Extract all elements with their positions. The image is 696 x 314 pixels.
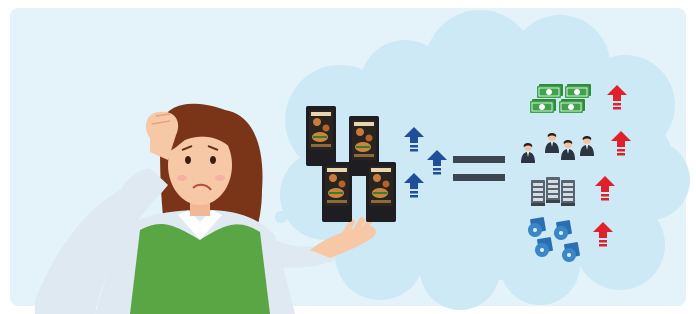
signage-display — [322, 162, 352, 222]
signage-display — [366, 162, 396, 222]
banknote-stack-icon — [559, 99, 585, 113]
server-rack-icon — [531, 180, 545, 206]
banknote-stack-icon — [537, 84, 563, 98]
server-rack-icon — [546, 177, 560, 203]
banknote-stack-icon — [565, 84, 591, 98]
server-icons — [531, 177, 575, 206]
signage-display — [306, 106, 336, 166]
illustration-canvas — [10, 8, 690, 314]
server-rack-icon — [561, 180, 575, 206]
banknote-stack-icon — [530, 99, 556, 113]
